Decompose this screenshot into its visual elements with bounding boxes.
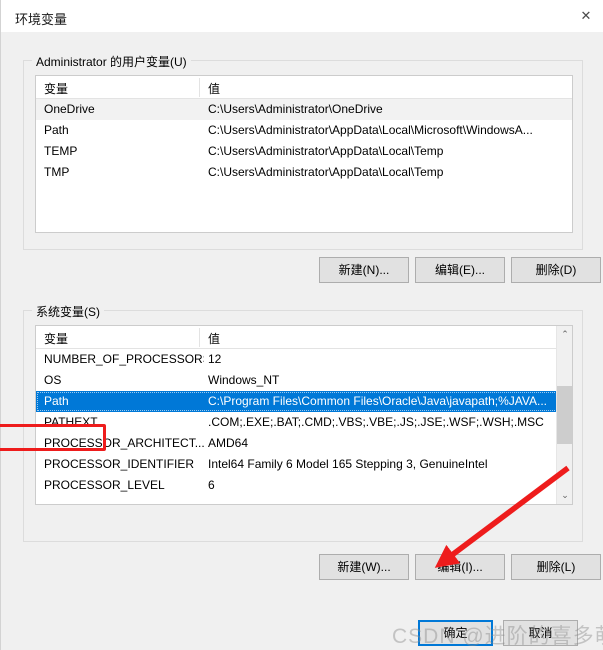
user-column-divider <box>199 78 200 97</box>
system-var-name: PROCESSOR_IDENTIFIER <box>44 457 195 471</box>
table-row[interactable]: NUMBER_OF_PROCESSORS 12 <box>36 349 572 370</box>
system-variables-group: 系统变量(S) 变量 值 NUMBER_OF_PROCESSORS 12 OS … <box>23 303 583 542</box>
table-row[interactable]: PROCESSOR_IDENTIFIER Intel64 Family 6 Mo… <box>36 454 572 475</box>
system-column-divider <box>199 328 200 347</box>
scrollbar-thumb[interactable] <box>557 386 572 444</box>
system-var-name: NUMBER_OF_PROCESSORS <box>44 352 204 366</box>
user-variables-group: Administrator 的用户变量(U) 变量 值 OneDrive C:\… <box>23 53 583 250</box>
table-row[interactable]: OS Windows_NT <box>36 370 572 391</box>
system-var-value: 6 <box>208 478 215 492</box>
environment-variables-dialog: 环境变量 ✕ Administrator 的用户变量(U) 变量 值 OneDr… <box>0 0 603 650</box>
system-column-header-value[interactable]: 值 <box>208 330 220 347</box>
system-list-body: NUMBER_OF_PROCESSORS 12 OS Windows_NT Pa… <box>36 349 572 496</box>
user-new-button[interactable]: 新建(N)... <box>319 257 409 283</box>
system-var-name: PROCESSOR_LEVEL <box>44 478 165 492</box>
table-row[interactable]: Path C:\Users\Administrator\AppData\Loca… <box>36 120 572 141</box>
table-row-selected[interactable]: Path C:\Program Files\Common Files\Oracl… <box>36 391 572 412</box>
system-var-value: 12 <box>208 352 222 366</box>
user-var-name: TEMP <box>44 144 78 158</box>
table-row[interactable]: TEMP C:\Users\Administrator\AppData\Loca… <box>36 141 572 162</box>
system-list-header: 变量 值 <box>36 326 572 349</box>
system-new-button[interactable]: 新建(W)... <box>319 554 409 580</box>
user-var-name: OneDrive <box>44 102 95 116</box>
scroll-up-icon[interactable]: ⌃ <box>557 326 572 343</box>
user-var-name: Path <box>44 123 69 137</box>
system-var-name: PATHEXT <box>44 415 98 429</box>
system-var-name: Path <box>44 394 69 408</box>
table-row[interactable]: PROCESSOR_LEVEL 6 <box>36 475 572 496</box>
close-button[interactable]: ✕ <box>558 0 603 31</box>
scroll-down-icon[interactable]: ⌄ <box>557 487 572 504</box>
user-column-header-name[interactable]: 变量 <box>44 80 68 97</box>
ok-button-label: 确定 <box>443 626 468 640</box>
ok-button[interactable]: 确定 <box>418 620 493 646</box>
system-var-value: .COM;.EXE;.BAT;.CMD;.VBS;.VBE;.JS;.JSE;.… <box>208 415 544 429</box>
user-list-body: OneDrive C:\Users\Administrator\OneDrive… <box>36 99 572 183</box>
table-row[interactable]: OneDrive C:\Users\Administrator\OneDrive <box>36 99 572 120</box>
system-var-value: Intel64 Family 6 Model 165 Stepping 3, G… <box>208 457 488 471</box>
user-var-name: TMP <box>44 165 70 179</box>
system-var-value: AMD64 <box>208 436 249 450</box>
system-list-scrollbar[interactable]: ⌃ ⌄ <box>556 326 572 504</box>
table-row[interactable]: PATHEXT .COM;.EXE;.BAT;.CMD;.VBS;.VBE;.J… <box>36 412 572 433</box>
user-delete-button[interactable]: 删除(D) <box>511 257 601 283</box>
cancel-button[interactable]: 取消 <box>503 620 578 646</box>
close-icon: ✕ <box>580 8 592 23</box>
system-edit-button[interactable]: 编辑(I)... <box>415 554 505 580</box>
system-variables-list[interactable]: 变量 值 NUMBER_OF_PROCESSORS 12 OS Windows_… <box>35 325 573 505</box>
user-list-header: 变量 值 <box>36 76 572 99</box>
system-var-name: PROCESSOR_ARCHITECT... <box>44 436 204 450</box>
user-var-value: C:\Users\Administrator\AppData\Local\Tem… <box>208 144 444 158</box>
page-title: 环境变量 <box>15 12 68 27</box>
table-row[interactable]: TMP C:\Users\Administrator\AppData\Local… <box>36 162 572 183</box>
user-variables-legend: Administrator 的用户变量(U) <box>32 53 191 70</box>
system-var-value: Windows_NT <box>208 373 280 387</box>
system-var-value: C:\Program Files\Common Files\Oracle\Jav… <box>208 394 547 408</box>
titlebar: 环境变量 ✕ <box>1 0 603 32</box>
table-row[interactable]: PROCESSOR_ARCHITECT... AMD64 <box>36 433 572 454</box>
system-var-name: OS <box>44 373 62 387</box>
user-column-header-value[interactable]: 值 <box>208 80 220 97</box>
user-var-value: C:\Users\Administrator\AppData\Local\Mic… <box>208 123 533 137</box>
user-edit-button[interactable]: 编辑(E)... <box>415 257 505 283</box>
user-variables-list[interactable]: 变量 值 OneDrive C:\Users\Administrator\One… <box>35 75 573 233</box>
system-delete-button[interactable]: 删除(L) <box>511 554 601 580</box>
system-column-header-name[interactable]: 变量 <box>44 330 68 347</box>
user-var-value: C:\Users\Administrator\OneDrive <box>208 102 383 116</box>
dialog-body: Administrator 的用户变量(U) 变量 值 OneDrive C:\… <box>1 32 603 650</box>
user-var-value: C:\Users\Administrator\AppData\Local\Tem… <box>208 165 444 179</box>
system-variables-legend: 系统变量(S) <box>32 303 104 320</box>
